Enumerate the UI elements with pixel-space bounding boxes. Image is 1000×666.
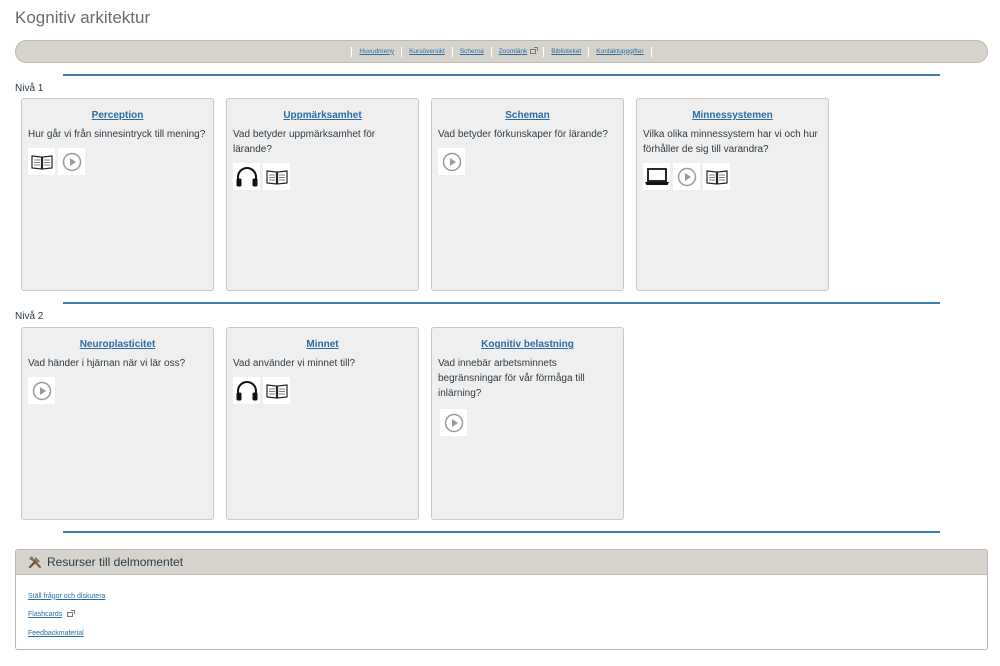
- card-scheman: Scheman Vad betyder förkunskaper för lär…: [431, 98, 624, 291]
- resource-link-stall-fragor[interactable]: Ställ frågor och diskutera: [28, 587, 987, 606]
- card-media-icons: [233, 163, 412, 190]
- card-media-icons: [440, 409, 617, 436]
- card-title-link[interactable]: Scheman: [438, 110, 617, 121]
- divider: [63, 302, 940, 304]
- external-link-icon: [67, 610, 76, 618]
- headphones-icon[interactable]: [233, 163, 260, 190]
- laptop-icon[interactable]: [643, 163, 670, 190]
- card-neuroplasticitet: Neuroplasticitet Vad händer i hjärnan nä…: [21, 327, 214, 520]
- play-icon[interactable]: [28, 377, 55, 404]
- resources-header: Resurser till delmomentet: [16, 550, 987, 575]
- card-media-icons: [643, 163, 822, 190]
- card-description: Vad betyder förkunskaper för lärande?: [438, 129, 608, 140]
- book-icon[interactable]: [263, 377, 290, 404]
- book-icon[interactable]: [703, 163, 730, 190]
- nav-link-kontaktuppgifter[interactable]: Kontaktuppgifter: [588, 46, 652, 57]
- nav-link-zoomlank[interactable]: Zoomlänk: [490, 46, 544, 57]
- card-media-icons: [28, 148, 207, 175]
- external-link-icon: [530, 47, 539, 54]
- card-minnet: Minnet Vad använder vi minnet till?: [226, 327, 419, 520]
- card-media-icons: [28, 377, 207, 404]
- tools-icon: [28, 556, 41, 569]
- play-icon[interactable]: [440, 409, 467, 436]
- card-description: Vad använder vi minnet till?: [233, 358, 356, 369]
- resource-link-flashcards[interactable]: Flashcards: [28, 606, 987, 625]
- level-1-label: Nivå 1: [15, 83, 44, 94]
- card-description: Vad betyder uppmärksamhet för lärande?: [233, 129, 376, 155]
- page-title: Kognitiv arkitektur: [15, 8, 151, 27]
- resources-title: Resurser till delmomentet: [47, 555, 184, 569]
- card-title-link[interactable]: Neuroplasticitet: [28, 339, 207, 350]
- resources-panel: Resurser till delmomentet Ställ frågor o…: [15, 549, 988, 650]
- card-uppmarksamhet: Uppmärksamhet Vad betyder uppmärksamhet …: [226, 98, 419, 291]
- play-icon[interactable]: [438, 148, 465, 175]
- card-media-icons: [438, 148, 617, 175]
- headphones-icon[interactable]: [233, 377, 260, 404]
- card-title-link[interactable]: Kognitiv belastning: [438, 339, 617, 350]
- card-description: Vad innebär arbetsminnets begränsningar …: [438, 358, 585, 399]
- divider: [63, 531, 940, 533]
- top-nav: Huvudmeny Kursöversikt Schema Zoomlänk B…: [15, 40, 988, 63]
- play-icon[interactable]: [673, 163, 700, 190]
- card-media-icons: [233, 377, 412, 404]
- card-kognitiv-belastning: Kognitiv belastning Vad innebär arbetsmi…: [431, 327, 624, 520]
- play-icon[interactable]: [58, 148, 85, 175]
- card-title-link[interactable]: Uppmärksamhet: [233, 110, 412, 121]
- card-description: Vilka olika minnessystem har vi och hur …: [643, 129, 818, 155]
- resources-links: Ställ frågor och diskutera Flashcards Fe…: [16, 575, 987, 643]
- card-title-link[interactable]: Minnessystemen: [643, 110, 822, 121]
- level-2-label: Nivå 2: [15, 311, 44, 322]
- nav-link-kursoversikt[interactable]: Kursöversikt: [401, 46, 452, 57]
- card-description: Vad händer i hjärnan när vi lär oss?: [28, 358, 186, 369]
- nav-link-biblioteket[interactable]: Biblioteket: [543, 46, 588, 57]
- card-title-link[interactable]: Perception: [28, 110, 207, 121]
- divider: [63, 74, 940, 76]
- resource-link-feedbackmaterial[interactable]: Feedbackmaterial: [28, 624, 987, 643]
- card-title-link[interactable]: Minnet: [233, 339, 412, 350]
- card-minnessystemen: Minnessystemen Vilka olika minnessystem …: [636, 98, 829, 291]
- book-icon[interactable]: [263, 163, 290, 190]
- book-icon[interactable]: [28, 148, 55, 175]
- nav-link-schema[interactable]: Schema: [451, 46, 491, 57]
- card-perception: Perception Hur går vi från sinnesintryck…: [21, 98, 214, 291]
- nav-link-huvudmeny[interactable]: Huvudmeny: [351, 46, 401, 57]
- card-description: Hur går vi från sinnesintryck till menin…: [28, 129, 206, 140]
